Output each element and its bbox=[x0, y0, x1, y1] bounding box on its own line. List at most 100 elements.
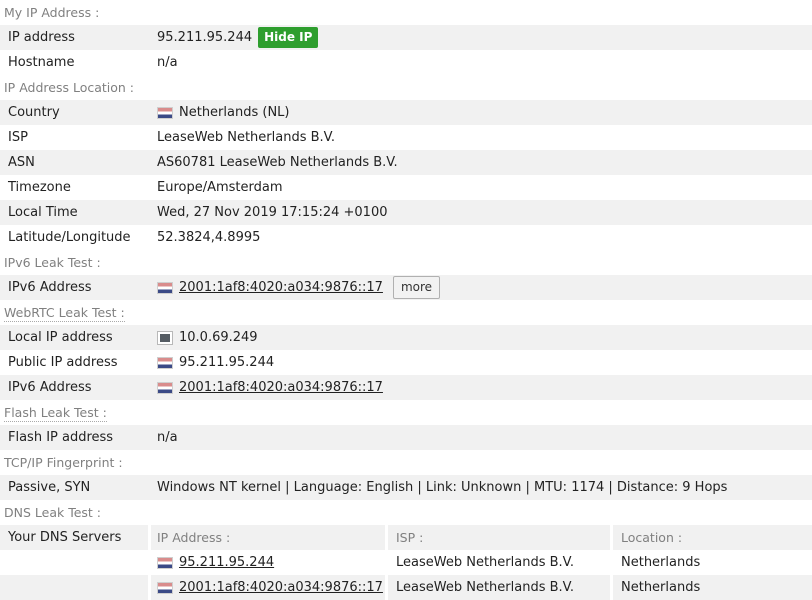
dns-row-isp-cell: LeaseWeb Netherlands B.V. bbox=[396, 580, 575, 595]
row-label-passive-syn: Passive, SYN bbox=[0, 475, 148, 500]
public-ip-value: 95.211.95.244 bbox=[179, 355, 275, 370]
section-header-my-ip-label: My IP Address : bbox=[4, 5, 100, 20]
ip-address-value: 95.211.95.244 bbox=[157, 30, 253, 45]
nl-flag-icon bbox=[157, 356, 173, 369]
dns-col-header-ip-label: IP Address : bbox=[157, 530, 231, 545]
nl-flag-icon bbox=[157, 281, 173, 294]
dns-row-location-cell: Netherlands bbox=[621, 580, 701, 595]
row-value-flash-ip: n/a bbox=[151, 425, 812, 450]
ipv6-address-link[interactable]: 2001:1af8:4020:a034:9876::17 bbox=[179, 280, 383, 295]
row-value-timezone: Europe/Amsterdam bbox=[151, 175, 812, 200]
isp-value: LeaseWeb Netherlands B.V. bbox=[157, 130, 336, 145]
row-value-webrtc-ipv6: 2001:1af8:4020:a034:9876::17 bbox=[151, 375, 812, 400]
row-label-isp: ISP bbox=[8, 130, 28, 145]
row-value-ip-address: 95.211.95.244 Hide IP bbox=[151, 25, 812, 50]
dns-table-body: IP Address : ISP : Location : 95.211.95.… bbox=[151, 525, 812, 600]
dns-col-header-isp-label: ISP : bbox=[396, 530, 424, 545]
row-label-ipv6-address: IPv6 Address bbox=[0, 275, 148, 300]
nl-flag-icon bbox=[157, 556, 173, 569]
dns-row-location-cell: Netherlands bbox=[621, 555, 701, 570]
table-row: Local Time Wed, 27 Nov 2019 17:15:24 +01… bbox=[0, 200, 812, 225]
nl-flag-icon bbox=[157, 106, 173, 119]
more-button[interactable]: more bbox=[392, 276, 441, 299]
table-row: 2001:1af8:4020:a034:9876::17 LeaseWeb Ne… bbox=[151, 575, 812, 600]
row-value-asn: AS60781 LeaseWeb Netherlands B.V. bbox=[151, 150, 812, 175]
flash-ip-value: n/a bbox=[157, 430, 178, 445]
section-header-dns-leak: DNS Leak Test : bbox=[0, 500, 812, 525]
row-value-local-ip: 10.0.69.249 bbox=[151, 325, 812, 350]
table-row: ASN AS60781 LeaseWeb Netherlands B.V. bbox=[0, 150, 812, 175]
section-header-ipv6-leak: IPv6 Leak Test : bbox=[0, 250, 812, 275]
dns-table-label-column: Your DNS Servers bbox=[0, 525, 148, 600]
hide-ip-button[interactable]: Hide IP bbox=[258, 27, 319, 48]
row-value-passive-syn: Windows NT kernel | Language: English | … bbox=[151, 475, 812, 500]
dns-col-header-ip: IP Address : bbox=[151, 525, 385, 550]
tcpip-fingerprint-value: Windows NT kernel | Language: English | … bbox=[157, 480, 728, 495]
table-row: Local IP address 10.0.69.249 bbox=[0, 325, 812, 350]
ip-lookup-results-page: My IP Address : IP address 95.211.95.244… bbox=[0, 0, 812, 600]
row-label-webrtc-ipv6: IPv6 Address bbox=[0, 375, 148, 400]
table-row: Flash IP address n/a bbox=[0, 425, 812, 450]
section-header-flash-leak-label[interactable]: Flash Leak Test : bbox=[4, 405, 107, 422]
table-row: Country Netherlands (NL) bbox=[0, 100, 812, 125]
section-header-webrtc-leak-label[interactable]: WebRTC Leak Test : bbox=[4, 305, 125, 322]
table-row: IPv6 Address 2001:1af8:4020:a034:9876::1… bbox=[0, 375, 812, 400]
table-row: Passive, SYN Windows NT kernel | Languag… bbox=[0, 475, 812, 500]
row-value-hostname: n/a bbox=[151, 50, 812, 75]
row-value-isp: LeaseWeb Netherlands B.V. bbox=[151, 125, 812, 150]
nl-flag-icon bbox=[157, 381, 173, 394]
section-header-ip-location-label: IP Address Location : bbox=[4, 80, 135, 95]
asn-value: AS60781 LeaseWeb Netherlands B.V. bbox=[157, 155, 398, 170]
timezone-value: Europe/Amsterdam bbox=[157, 180, 283, 195]
row-label-local-time: Local Time bbox=[0, 200, 148, 225]
local-ip-value: 10.0.69.249 bbox=[179, 330, 258, 345]
dns-col-header-location-label: Location : bbox=[621, 530, 683, 545]
dns-table-label-spacer-2 bbox=[0, 575, 148, 600]
row-value-country: Netherlands (NL) bbox=[151, 100, 812, 125]
lat-long-value: 52.3824,4.8995 bbox=[157, 230, 261, 245]
row-label-hostname: Hostname bbox=[8, 55, 75, 70]
local-time-value: Wed, 27 Nov 2019 17:15:24 +0100 bbox=[157, 205, 388, 220]
row-label-ip-address: IP address bbox=[0, 25, 148, 50]
section-header-ipv6-leak-label: IPv6 Leak Test : bbox=[4, 255, 101, 270]
hostname-value: n/a bbox=[157, 55, 178, 70]
section-header-tcpip-fingerprint: TCP/IP Fingerprint : bbox=[0, 450, 812, 475]
row-label-country: Country bbox=[0, 100, 148, 125]
dns-row-ip-cell: 95.211.95.244 bbox=[151, 550, 385, 575]
row-value-ipv6-address: 2001:1af8:4020:a034:9876::17 more bbox=[151, 275, 812, 300]
row-label-timezone: Timezone bbox=[8, 180, 71, 195]
row-value-local-time: Wed, 27 Nov 2019 17:15:24 +0100 bbox=[151, 200, 812, 225]
dns-server-ip-link[interactable]: 2001:1af8:4020:a034:9876::17 bbox=[179, 580, 383, 595]
row-label-public-ip: Public IP address bbox=[8, 355, 118, 370]
table-row: Hostname n/a bbox=[0, 50, 812, 75]
section-header-tcpip-fingerprint-label: TCP/IP Fingerprint : bbox=[4, 455, 123, 470]
table-row: ISP LeaseWeb Netherlands B.V. bbox=[0, 125, 812, 150]
dns-col-header-location: Location : bbox=[613, 525, 812, 550]
dns-table-header-row: IP Address : ISP : Location : bbox=[151, 525, 812, 550]
table-row: Latitude/Longitude 52.3824,4.8995 bbox=[0, 225, 812, 250]
table-row: Public IP address 95.211.95.244 bbox=[0, 350, 812, 375]
row-label-lat-long: Latitude/Longitude bbox=[8, 230, 131, 245]
table-row: IPv6 Address 2001:1af8:4020:a034:9876::1… bbox=[0, 275, 812, 300]
dns-table-label-spacer-1 bbox=[0, 550, 148, 575]
row-value-public-ip: 95.211.95.244 bbox=[151, 350, 812, 375]
dns-table-row-label: Your DNS Servers bbox=[0, 525, 148, 550]
dns-row-isp-cell: LeaseWeb Netherlands B.V. bbox=[396, 555, 575, 570]
dns-servers-table: Your DNS Servers IP Address : ISP : Loca… bbox=[0, 525, 812, 600]
table-row: Timezone Europe/Amsterdam bbox=[0, 175, 812, 200]
section-header-my-ip: My IP Address : bbox=[0, 0, 812, 25]
row-label-local-ip: Local IP address bbox=[0, 325, 148, 350]
webrtc-ipv6-link[interactable]: 2001:1af8:4020:a034:9876::17 bbox=[179, 380, 383, 395]
section-header-dns-leak-label: DNS Leak Test : bbox=[4, 505, 101, 520]
dns-col-header-isp: ISP : bbox=[388, 525, 610, 550]
section-header-webrtc-leak: WebRTC Leak Test : bbox=[0, 300, 812, 325]
table-row: 95.211.95.244 LeaseWeb Netherlands B.V. … bbox=[151, 550, 812, 575]
dns-row-ip-cell: 2001:1af8:4020:a034:9876::17 bbox=[151, 575, 385, 600]
lan-port-icon bbox=[157, 330, 173, 345]
section-header-ip-location: IP Address Location : bbox=[0, 75, 812, 100]
table-row: IP address 95.211.95.244 Hide IP bbox=[0, 25, 812, 50]
nl-flag-icon bbox=[157, 581, 173, 594]
dns-server-ip-link[interactable]: 95.211.95.244 bbox=[179, 555, 274, 570]
country-value: Netherlands (NL) bbox=[179, 105, 290, 120]
row-value-lat-long: 52.3824,4.8995 bbox=[151, 225, 812, 250]
